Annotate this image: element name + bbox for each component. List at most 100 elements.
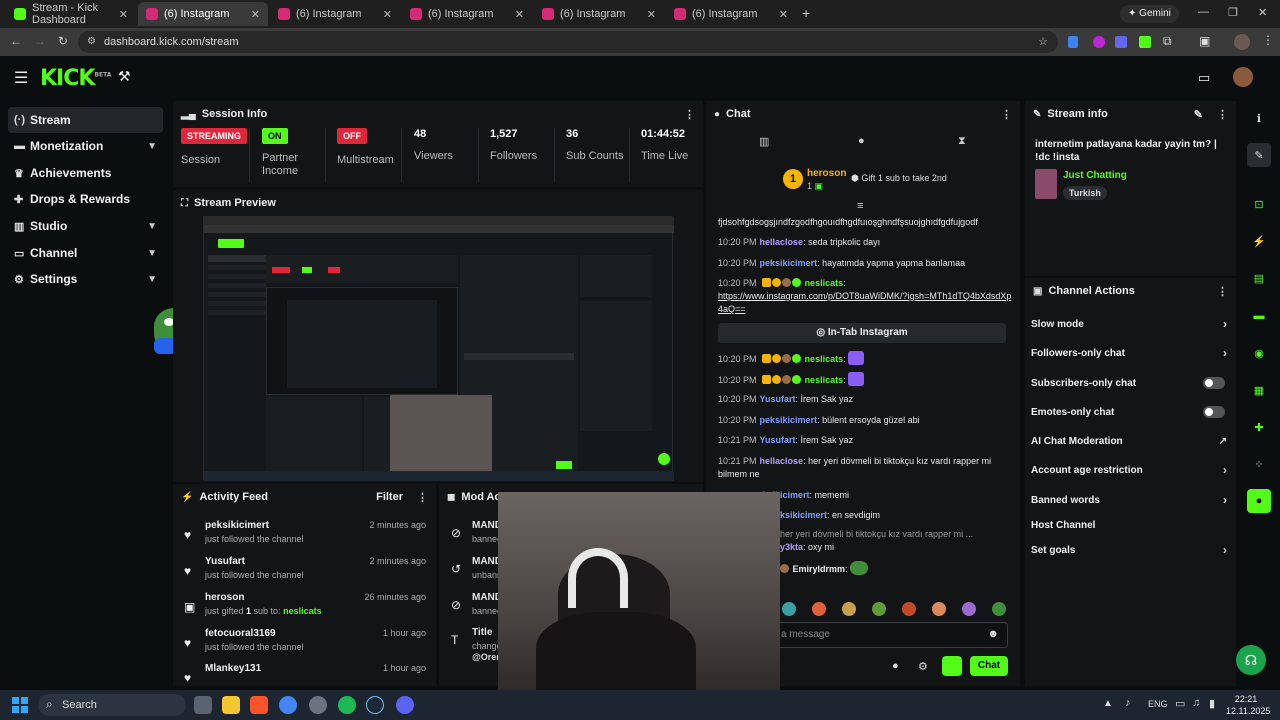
reload-icon[interactable]: ↻ xyxy=(58,34,68,48)
edit-icon[interactable]: ✎ xyxy=(1194,108,1203,121)
action-host-channel[interactable]: Host Channel xyxy=(1031,515,1227,535)
chrome-icon[interactable] xyxy=(279,696,297,714)
tab-instagram[interactable]: (6) Instagram ✕ xyxy=(534,2,664,26)
gear-icon[interactable]: ⚙ xyxy=(918,660,928,673)
send-chat-button[interactable]: Chat xyxy=(970,656,1008,676)
maximize-button[interactable]: ❐ xyxy=(1228,6,1238,19)
message-user[interactable]: ksikicimert xyxy=(780,510,827,520)
battery-icon[interactable]: ▮ xyxy=(1209,697,1215,710)
message-link[interactable]: https://www.instagram.com/p/DOT8uaWiDMK/… xyxy=(718,291,1011,314)
close-icon[interactable]: ✕ xyxy=(119,8,128,21)
more-menu-icon[interactable]: ⋮ xyxy=(1262,33,1274,47)
network-icon[interactable]: ▭ xyxy=(1175,697,1185,710)
pencil-icon[interactable]: ✎ xyxy=(1247,143,1271,167)
message-user[interactable]: y3kta xyxy=(780,542,803,552)
task-view-icon[interactable] xyxy=(194,696,212,714)
profile-avatar[interactable] xyxy=(1234,34,1250,50)
message-user[interactable]: neslicats xyxy=(805,354,844,364)
feed-username[interactable]: fetocuoral3169 xyxy=(205,628,276,639)
dots-icon[interactable]: ⁘ xyxy=(1247,452,1271,476)
chat-icon[interactable]: ▬ xyxy=(1247,304,1271,328)
action-followers-only[interactable]: Followers-only chat › xyxy=(1031,343,1227,363)
sidebar-item-channel[interactable]: ▭ Channel ▼ xyxy=(8,240,163,266)
puzzle-icon[interactable]: ⧉ xyxy=(1163,34,1172,49)
extension-icon[interactable] xyxy=(1139,36,1151,48)
forward-icon[interactable]: → xyxy=(34,34,46,48)
message-user[interactable]: Yusufart xyxy=(760,394,796,404)
hamburger-icon[interactable]: ☰ xyxy=(14,68,28,88)
support-chat-button[interactable]: ☊ xyxy=(1236,645,1266,675)
message-user[interactable]: peksikicimert xyxy=(760,415,818,425)
filter-lines-icon[interactable]: ≡ xyxy=(857,200,863,212)
system-clock[interactable]: 22:21 12.11.2025 xyxy=(1226,693,1270,717)
message-user[interactable]: peksikicimert xyxy=(760,258,818,268)
tab-kick-dashboard[interactable]: Stream - Kick Dashboard ✕ xyxy=(6,2,136,26)
close-icon[interactable]: ✕ xyxy=(515,8,524,21)
gift-sub-button[interactable]: ⬢ Gift 1 sub to take 2nd xyxy=(851,173,947,184)
scan-icon[interactable]: ⊡ xyxy=(1247,192,1271,216)
action-banned-words[interactable]: Banned words › xyxy=(1031,490,1227,510)
new-tab-button[interactable]: + xyxy=(802,5,810,21)
url-input[interactable]: ⚙ dashboard.kick.com/stream ☆ xyxy=(78,31,1058,53)
subscribers-only-toggle[interactable] xyxy=(1203,377,1225,389)
discord-icon[interactable] xyxy=(396,696,414,714)
sidepanel-icon[interactable]: ▣ xyxy=(1199,34,1210,48)
more-vertical-icon[interactable]: ⋮ xyxy=(1217,108,1228,121)
kick-emote-button[interactable] xyxy=(942,656,962,676)
site-info-icon[interactable]: ⚙ xyxy=(87,31,96,53)
emote-icon[interactable] xyxy=(782,602,796,616)
filter-button[interactable]: Filter xyxy=(376,491,403,503)
feed-username[interactable]: Yusufart xyxy=(205,556,245,567)
lightning-icon[interactable]: ⚡ xyxy=(1247,229,1271,253)
info-icon[interactable]: ℹ xyxy=(1247,106,1271,130)
emote-icon[interactable]: ● xyxy=(1247,489,1271,513)
trash-icon[interactable]: ▥ xyxy=(759,135,769,148)
stream-preview-video[interactable] xyxy=(203,216,674,481)
message-user[interactable]: hellaclose xyxy=(760,456,804,466)
sidebar-item-stream[interactable]: (·) Stream xyxy=(8,107,163,133)
document-icon[interactable]: ▤ xyxy=(1247,266,1271,290)
sidebar-item-achievements[interactable]: ♛ Achievements xyxy=(8,160,163,186)
back-icon[interactable]: ← xyxy=(10,34,22,48)
chevron-up-icon[interactable]: ▲ xyxy=(1103,698,1113,709)
feed-username[interactable]: heroson xyxy=(205,592,244,603)
emote-icon[interactable] xyxy=(842,602,856,616)
brave-icon[interactable] xyxy=(250,696,268,714)
steam-icon[interactable] xyxy=(366,696,384,714)
pinned-username[interactable]: heroson xyxy=(807,168,846,179)
feed-username[interactable]: peksikicimert xyxy=(205,520,269,531)
wrench-icon[interactable]: ⚒ xyxy=(118,68,131,85)
more-vertical-icon[interactable]: ⋮ xyxy=(1001,108,1012,121)
broadcast-icon[interactable]: ◉ xyxy=(1247,341,1271,365)
emote-icon[interactable] xyxy=(812,602,826,616)
extension-icon[interactable] xyxy=(1115,36,1127,48)
microphone-icon[interactable]: ♪ xyxy=(1125,697,1131,709)
volume-icon[interactable]: ♫ xyxy=(1192,697,1200,709)
emoji-icon[interactable]: ☻ xyxy=(987,628,999,640)
sidebar-item-drops[interactable]: ✚ Drops & Rewards xyxy=(8,186,163,212)
sidebar-item-settings[interactable]: ⚙ Settings ▼ xyxy=(8,266,163,292)
emote-icon[interactable] xyxy=(902,602,916,616)
more-vertical-icon[interactable]: ⋮ xyxy=(417,491,428,504)
message-user[interactable]: Yusufart xyxy=(760,435,796,445)
hourglass-icon[interactable]: ⧗ xyxy=(958,135,966,148)
dashboard-icon[interactable]: ▭ xyxy=(1198,70,1210,86)
taskbar-search[interactable]: ⌕ Search xyxy=(38,694,186,716)
obs-icon[interactable] xyxy=(309,696,327,714)
sidebar-item-studio[interactable]: ▥ Studio ▼ xyxy=(8,213,163,239)
message-user[interactable]: neslicats xyxy=(805,375,844,385)
emote-icon[interactable] xyxy=(872,602,886,616)
windows-start-icon[interactable] xyxy=(12,697,28,713)
gift-target[interactable]: neslicats xyxy=(283,606,322,616)
category-thumbnail[interactable] xyxy=(1035,169,1057,199)
message-user[interactable]: hellaclose xyxy=(760,237,804,247)
category-link[interactable]: Just Chatting xyxy=(1063,170,1127,181)
feed-username[interactable]: Mlankey131 xyxy=(205,663,261,674)
user-avatar[interactable] xyxy=(1233,67,1253,87)
tag-badge[interactable]: Turkish xyxy=(1063,186,1107,200)
close-icon[interactable]: ✕ xyxy=(647,8,656,21)
minimize-button[interactable]: — xyxy=(1198,6,1209,18)
tab-instagram[interactable]: (6) Instagram ✕ xyxy=(666,2,796,26)
action-ai-moderation[interactable]: AI Chat Moderation ↗ xyxy=(1031,431,1227,451)
bookmark-star-icon[interactable]: ☆ xyxy=(1038,31,1048,53)
